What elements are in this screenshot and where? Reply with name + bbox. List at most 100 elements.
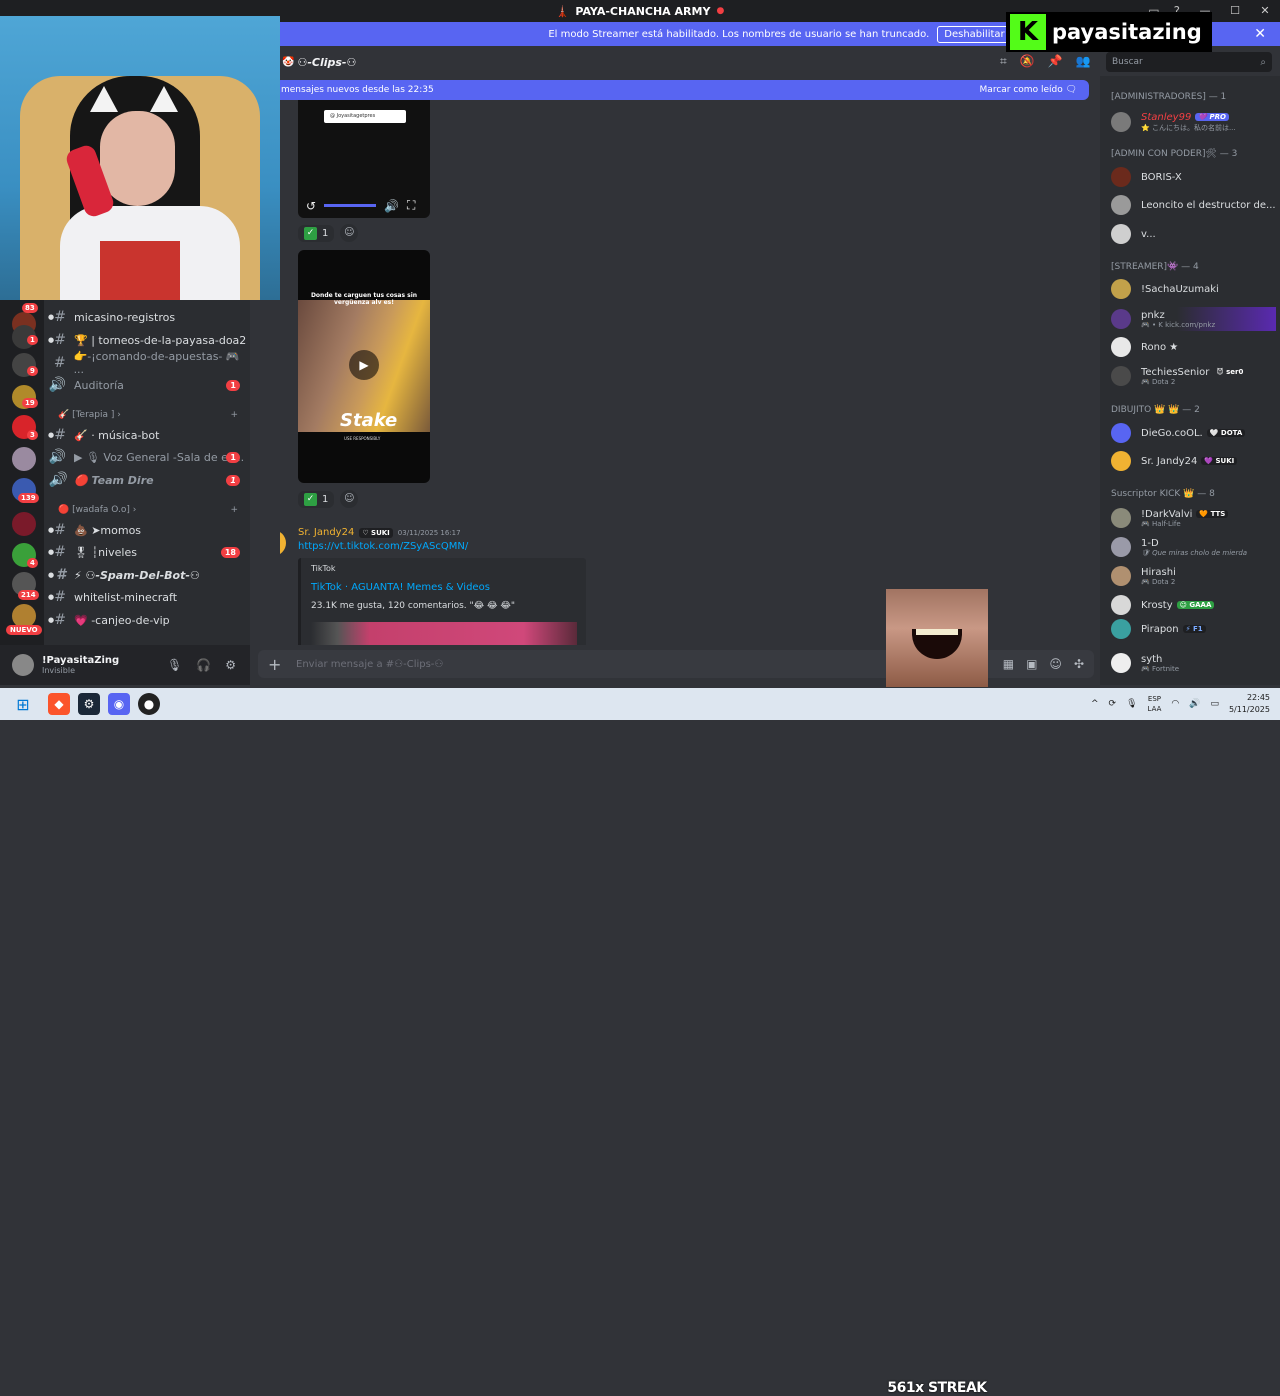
video-embed-1[interactable]: @ Joyasitagetpres ↺ 🔊 ⛶ [298, 100, 430, 218]
server-badge: 214 [18, 590, 39, 600]
embed-thumbnail[interactable] [311, 622, 577, 645]
headphones-icon[interactable]: 🎧 [196, 658, 211, 672]
new-messages-bar[interactable]: mensajes nuevos desde las 22:35 Marcar c… [280, 80, 1089, 100]
close-banner-icon[interactable]: ✕ [1254, 26, 1266, 42]
obs-icon[interactable]: ● [138, 693, 160, 715]
channel-item[interactable]: ● # 💩 ➤momos [44, 519, 250, 541]
member-item[interactable]: Rono ★ [1111, 335, 1276, 359]
settings-gear-icon[interactable]: ⚙ [225, 658, 236, 672]
wifi-icon[interactable]: ◠ [1171, 699, 1179, 709]
add-reaction-icon[interactable]: ☺ [340, 490, 359, 508]
member-avatar [1111, 112, 1131, 132]
embed-provider: TikTok [311, 564, 336, 573]
discord-icon[interactable]: ◉ [108, 693, 130, 715]
replay-icon[interactable]: ↺ [306, 199, 316, 213]
server-badge: 83 [22, 303, 38, 313]
apps-icon[interactable]: ✣ [1074, 657, 1084, 671]
member-item[interactable]: Krosty ☺ GAAA [1111, 593, 1276, 617]
channel-item[interactable]: ● # micasino-registros [44, 306, 250, 328]
volume-icon[interactable]: 🔊 [1189, 699, 1200, 709]
tray-sync-icon[interactable]: ⟳ [1109, 699, 1117, 709]
channel-item[interactable]: ● # 🎖 ┆niveles 18 [44, 541, 250, 563]
channel-item[interactable]: 🔊 ▶ 🎙 Voz General -Sala de es... 1 [44, 446, 250, 468]
brand-name: payasitazing [1052, 20, 1202, 44]
member-item[interactable]: DieGo.coOL. 🤍 DOTA [1111, 421, 1276, 445]
volume-icon[interactable]: 🔊 [384, 199, 399, 213]
member-avatar [1111, 224, 1131, 244]
category-header[interactable]: 🔴 [wadafa O.o] › + [58, 505, 248, 515]
new-badge[interactable]: NUEVO [6, 625, 42, 635]
user-name: !PayasitaZing [42, 655, 120, 666]
notifications-icon[interactable]: 🔕 [1020, 54, 1035, 69]
windows-start-icon[interactable]: ⊞ [12, 693, 34, 715]
message-link[interactable]: https://vt.tiktok.com/ZSyAScQMN/ [298, 541, 468, 552]
tray-chevron-icon[interactable]: ^ [1091, 699, 1099, 709]
member-item[interactable]: Leoncito el destructor de... [1111, 193, 1276, 217]
member-item[interactable]: 1-D 🛡 Que miras cholo de mierda [1111, 535, 1276, 559]
maximize-icon[interactable]: ☐ [1220, 0, 1250, 22]
channel-item[interactable]: ● # ⚡ ⚇-Spam-Del-Bot-⚇ [44, 564, 250, 586]
member-item[interactable]: Pirapon ⚡ F1 [1111, 617, 1276, 641]
channel-item[interactable]: ● # 🏆 | torneos-de-la-payasa-doa2 [44, 329, 250, 351]
channel-item[interactable]: ● # whitelist-minecraft [44, 586, 250, 608]
pin-icon[interactable]: 📌 [1048, 54, 1063, 69]
attach-plus-icon[interactable]: + [268, 655, 296, 674]
message-author[interactable]: Sr. Jandy24 [298, 527, 354, 538]
webcam-overlay [0, 16, 280, 300]
channel-item[interactable]: # 👉-¡comando-de-apuestas- 🎮 ... [44, 350, 250, 376]
video-embed-2[interactable]: Donde te carguen tus cosas sin vergüenza… [298, 250, 430, 483]
emoji-icon[interactable]: ☺ [1049, 657, 1062, 671]
close-window-icon[interactable]: ✕ [1250, 0, 1280, 22]
taskbar-clock[interactable]: 22:45 5/11/2025 [1229, 692, 1270, 716]
member-item[interactable]: pnkz 🎮 • K kick.com/pnkz [1111, 307, 1276, 331]
server-list: 83 1 9 19 3 139 4 214 [0, 300, 44, 645]
battery-icon[interactable]: ▭ [1210, 699, 1219, 709]
add-reaction-icon[interactable]: ☺ [340, 224, 359, 242]
member-item[interactable]: !DarkValvi 🧡 TTS 🎮 Half-Life [1111, 506, 1276, 530]
message-input[interactable] [296, 658, 856, 670]
member-item[interactable]: BORIS-X [1111, 165, 1276, 189]
user-avatar[interactable] [12, 654, 34, 676]
server-icon[interactable] [12, 447, 36, 471]
volume-bar[interactable] [324, 204, 377, 207]
channel-item[interactable]: ● # 🎸 · música-bot [44, 424, 250, 446]
microphone-icon[interactable]: 🎙 [167, 658, 182, 672]
link-embed: TikTok TikTok · AGUANTA! Memes & Videos … [298, 558, 586, 645]
check-reaction[interactable]: ✓ 1 [298, 224, 335, 242]
user-info[interactable]: !PayasitaZing Invisible [42, 655, 119, 675]
mark-read-button[interactable]: Marcar como leído 🗨 [980, 85, 1077, 95]
gif-icon[interactable]: ▦ [1003, 657, 1014, 671]
server-badge: 139 [18, 493, 39, 503]
server-icon[interactable] [12, 512, 36, 536]
embed-title[interactable]: TikTok · AGUANTA! Memes & Videos [311, 582, 576, 593]
sticker-icon[interactable]: ▣ [1026, 657, 1037, 671]
language-indicator[interactable]: ESP LAA [1148, 694, 1162, 714]
role-header: [ADMIN CON PODER]🛠 — 3 [1111, 149, 1238, 159]
channel-item[interactable]: ● # 💗 -canjeo-de-vip [44, 609, 250, 631]
reaction-count: 1 [322, 493, 329, 505]
threads-icon[interactable]: ⌗ [1000, 54, 1007, 69]
member-item[interactable]: Sr. Jandy24 💜 SUKI [1111, 449, 1276, 473]
fullscreen-icon[interactable]: ⛶ [407, 198, 415, 213]
member-item[interactable]: !SachaUzumaki [1111, 277, 1276, 301]
member-avatar [1111, 423, 1131, 443]
role-header: Suscriptor KICK 👑 — 8 [1111, 489, 1215, 499]
members-icon[interactable]: 👥 [1076, 54, 1091, 69]
category-header[interactable]: 🎸 [Terapia ] › + [58, 410, 248, 420]
member-item[interactable]: Stanley99 💜 PRO ⭐ こんにちは。私の名前は... [1111, 110, 1276, 134]
brave-browser-icon[interactable]: ◆ [48, 693, 70, 715]
disable-button[interactable]: Deshabilitar [937, 25, 1012, 43]
check-reaction[interactable]: ✓ 1 [298, 490, 335, 508]
member-item[interactable]: v... [1111, 222, 1276, 246]
search-box[interactable]: Buscar ⌕ [1106, 52, 1272, 72]
steam-icon[interactable]: ⚙ [78, 693, 100, 715]
play-icon[interactable]: ▶ [349, 350, 379, 380]
server-badge: 9 [27, 366, 38, 376]
member-item[interactable]: Hirashi 🎮 Dota 2 [1111, 564, 1276, 588]
tray-mic-icon[interactable]: 🎙 [1126, 699, 1137, 709]
member-item[interactable]: TechiesSenior 😈 ser0 🎮 Dota 2 [1111, 364, 1276, 388]
channel-emoji-icon: 🤡 [282, 56, 295, 68]
channel-item[interactable]: 🔊 🔴 Team Dire 1 [44, 469, 250, 491]
member-item[interactable]: syth 🎮 Fortnite [1111, 651, 1276, 675]
channel-item[interactable]: 🔊 Auditoría 1 [44, 374, 250, 396]
